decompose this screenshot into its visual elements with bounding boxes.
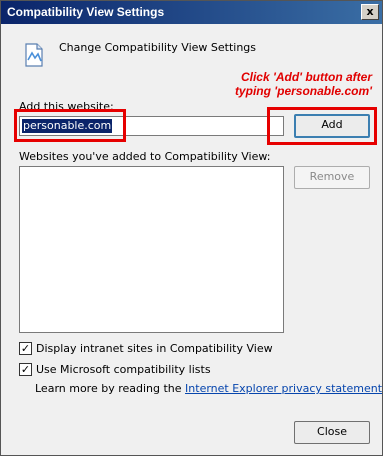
window-title: Compatibility View Settings	[7, 5, 165, 19]
instruction-annotation: Click 'Add' button after typing 'persona…	[192, 70, 372, 98]
close-button[interactable]: Close	[294, 421, 370, 444]
dialog-heading: Change Compatibility View Settings	[59, 41, 257, 54]
intranet-checkbox[interactable]: ✓	[19, 342, 32, 355]
privacy-statement-link[interactable]: Internet Explorer privacy statement	[185, 382, 382, 395]
add-button-highlight-box	[267, 107, 377, 145]
ms-lists-option-label: Use Microsoft compatibility lists	[36, 363, 211, 376]
remove-button[interactable]: Remove	[294, 166, 370, 189]
learn-more-text: Learn more by reading the Internet Explo…	[35, 382, 382, 395]
title-bar[interactable]: Compatibility View Settings x	[1, 1, 382, 24]
annotation-line-2: typing 'personable.com'	[234, 84, 372, 98]
title-close-button[interactable]: x	[361, 4, 379, 20]
annotation-line-1: Click 'Add' button after	[240, 70, 372, 84]
learn-more-prefix: Learn more by reading the	[35, 382, 186, 395]
page-icon	[25, 43, 43, 67]
ms-lists-checkbox[interactable]: ✓	[19, 363, 32, 376]
websites-list-label: Websites you've added to Compatibility V…	[19, 150, 271, 163]
compatibility-view-dialog: Compatibility View Settings x Change Com…	[0, 0, 383, 456]
websites-listbox[interactable]	[19, 166, 284, 333]
input-highlight-box	[14, 109, 126, 142]
close-icon: x	[366, 5, 374, 18]
intranet-option-label: Display intranet sites in Compatibility …	[36, 342, 273, 355]
dialog-content: Change Compatibility View Settings Click…	[1, 24, 382, 455]
